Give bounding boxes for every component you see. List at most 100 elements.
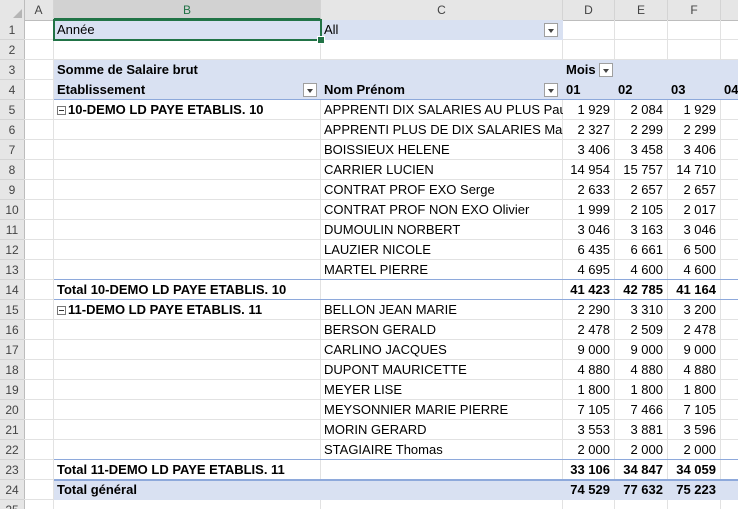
employee-name: CARLINO JACQUES — [324, 342, 447, 357]
row-number[interactable]: 16 — [0, 320, 24, 340]
value-cell: 2 017 — [683, 202, 716, 217]
row-number[interactable]: 22 — [0, 440, 24, 460]
employee-name: MARTEL PIERRE — [324, 262, 429, 277]
month-header: 01 — [566, 82, 581, 97]
value-cell: 4 695 — [577, 262, 610, 277]
value-cell: 1 800 — [683, 382, 716, 397]
employee-name: BELLON JEAN MARIE — [324, 302, 457, 317]
table-row: BOISSIEUX HELENE 3 406 3 458 3 406 — [24, 140, 738, 160]
value-cell: 4 880 — [577, 362, 610, 377]
table-row: BERSON GERALD 2 478 2 509 2 478 — [24, 320, 738, 340]
employee-name: APPRENTI DIX SALARIES AU PLUS Paul — [324, 102, 563, 117]
value-cell: 7 466 — [630, 402, 663, 417]
grand-total-row: Total général 74 529 77 632 75 223 — [24, 479, 738, 500]
value-cell: 1 999 — [577, 202, 610, 217]
row-number[interactable]: 8 — [0, 160, 24, 180]
value-cell: 14 954 — [570, 162, 610, 177]
value-field-label: Somme de Salaire brut — [57, 62, 198, 77]
value-cell: 6 500 — [683, 242, 716, 257]
column-header-c[interactable]: C — [321, 0, 563, 20]
value-cell: 6 661 — [630, 242, 663, 257]
employee-name: MEYSONNIER MARIE PIERRE — [324, 402, 509, 417]
value-cell: 4 880 — [630, 362, 663, 377]
value-cell: 2 299 — [630, 122, 663, 137]
row-number[interactable]: 17 — [0, 340, 24, 360]
employee-name: CARRIER LUCIEN — [324, 162, 434, 177]
column-field-filter-button[interactable] — [599, 63, 613, 77]
value-cell: 1 800 — [577, 382, 610, 397]
grand-total-value: 74 529 — [570, 482, 610, 497]
collapse-icon[interactable] — [57, 106, 66, 115]
collapse-icon[interactable] — [57, 306, 66, 315]
month-header: 03 — [671, 82, 686, 97]
table-row: MARTEL PIERRE 4 695 4 600 4 600 — [24, 260, 738, 280]
chevron-down-icon — [548, 29, 554, 33]
employee-name: CONTRAT PROF EXO Serge — [324, 182, 495, 197]
subtotal-value: 41 423 — [570, 282, 610, 297]
row-number[interactable]: 19 — [0, 380, 24, 400]
table-row: DUMOULIN NORBERT 3 046 3 163 3 046 — [24, 220, 738, 240]
row-field-2-label: Nom Prénom — [324, 82, 405, 97]
table-row: CONTRAT PROF NON EXO Olivier 1 999 2 105… — [24, 200, 738, 220]
value-cell: 4 880 — [683, 362, 716, 377]
value-cell: 2 327 — [577, 122, 610, 137]
filter-dropdown-button[interactable] — [544, 23, 558, 37]
column-header-e[interactable]: E — [615, 0, 668, 20]
active-cell-selection — [53, 19, 322, 41]
value-cell: 2 000 — [630, 442, 663, 457]
row-number[interactable]: 1 — [0, 20, 24, 40]
row-number[interactable]: 24 — [0, 480, 24, 500]
table-row: CARLINO JACQUES 9 000 9 000 9 000 — [24, 340, 738, 360]
value-cell: 2 509 — [630, 322, 663, 337]
employee-name: MEYER LISE — [324, 382, 403, 397]
column-header-b[interactable]: B — [54, 0, 321, 20]
row-field-2-filter-button[interactable] — [544, 83, 558, 97]
row-number[interactable]: 25 — [0, 500, 24, 509]
column-header-d[interactable]: D — [563, 0, 615, 20]
value-cell: 2 000 — [577, 442, 610, 457]
value-cell: 9 000 — [577, 342, 610, 357]
subtotal-value: 42 785 — [623, 282, 663, 297]
row-number[interactable]: 23 — [0, 460, 24, 480]
chevron-down-icon — [603, 69, 609, 73]
value-cell: 3 881 — [630, 422, 663, 437]
row-number[interactable]: 9 — [0, 180, 24, 200]
row-number[interactable]: 12 — [0, 240, 24, 260]
employee-name: DUMOULIN NORBERT — [324, 222, 461, 237]
row-field-1-filter-button[interactable] — [303, 83, 317, 97]
value-cell: 4 600 — [630, 262, 663, 277]
subtotal-label: Total 10-DEMO LD PAYE ETABLIS. 10 — [57, 282, 287, 297]
fill-handle[interactable] — [317, 36, 325, 44]
row-number[interactable]: 20 — [0, 400, 24, 420]
value-cell: 3 458 — [630, 142, 663, 157]
row-header-bar: 1 2 3 4 5 6 7 8 9 10 11 12 13 14 15 16 1… — [0, 20, 25, 509]
row-number[interactable]: 3 — [0, 60, 24, 80]
value-cell: 3 200 — [683, 302, 716, 317]
column-header-f[interactable]: F — [668, 0, 721, 20]
subtotal-value: 34 847 — [623, 462, 663, 477]
row-number[interactable]: 5 — [0, 100, 24, 120]
subtotal-value: 41 164 — [676, 282, 716, 297]
row-number[interactable]: 21 — [0, 420, 24, 440]
table-row: 10-DEMO LD PAYE ETABLIS. 10 APPRENTI DIX… — [24, 100, 738, 120]
filter-value[interactable]: All — [321, 20, 543, 40]
row-number[interactable]: 15 — [0, 300, 24, 320]
row-number[interactable]: 7 — [0, 140, 24, 160]
row-number[interactable]: 4 — [0, 80, 24, 100]
table-row: CARRIER LUCIEN 14 954 15 757 14 710 — [24, 160, 738, 180]
value-cell: 1 929 — [577, 102, 610, 117]
row-number[interactable]: 10 — [0, 200, 24, 220]
group-name: 10-DEMO LD PAYE ETABLIS. 10 — [68, 102, 264, 117]
select-all-corner[interactable] — [0, 0, 25, 20]
row-field-1-label: Etablissement — [57, 82, 146, 97]
row-number[interactable]: 13 — [0, 260, 24, 280]
grand-total-label: Total général — [57, 482, 137, 497]
row-number[interactable]: 2 — [0, 40, 24, 60]
row-number[interactable]: 6 — [0, 120, 24, 140]
row-number[interactable]: 11 — [0, 220, 24, 240]
column-header-a[interactable]: A — [24, 0, 54, 20]
row-number[interactable]: 14 — [0, 280, 24, 300]
row-number[interactable]: 18 — [0, 360, 24, 380]
value-cell: 14 710 — [676, 162, 716, 177]
employee-name: BERSON GERALD — [324, 322, 436, 337]
